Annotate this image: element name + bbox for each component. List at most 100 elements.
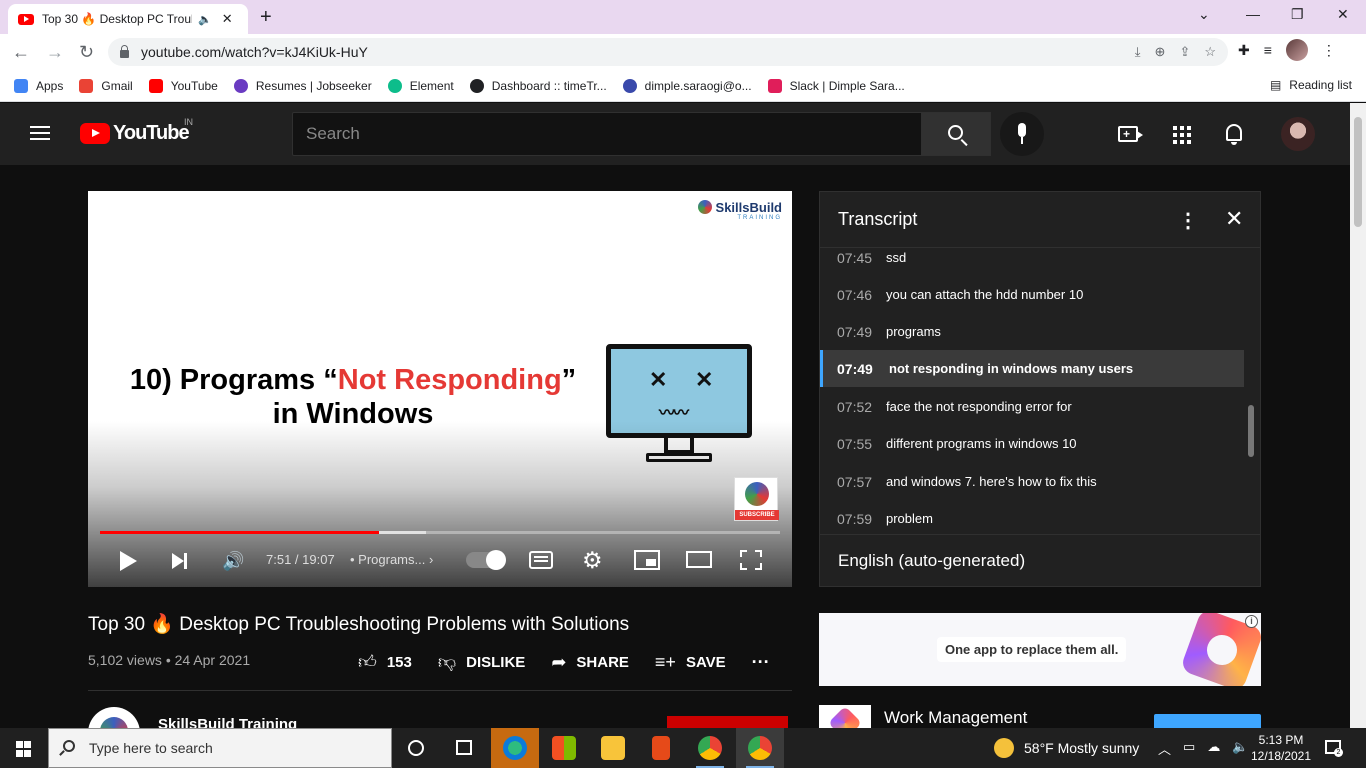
play-icon[interactable] (120, 551, 137, 571)
search-input[interactable]: Search (292, 112, 922, 156)
bookmark-dashboard[interactable]: Dashboard :: timeTr... (469, 78, 607, 93)
bookmark-star-icon[interactable]: ☆ (1204, 44, 1216, 60)
volume-icon[interactable]: 🔊 (222, 551, 244, 572)
reading-list-button[interactable]: ▤ Reading list (1270, 78, 1352, 92)
reload-icon[interactable]: ↻ (79, 42, 94, 63)
ad-info-icon[interactable]: i (1245, 615, 1258, 628)
tab-search-icon[interactable]: ⌄ (1198, 6, 1210, 23)
bookmark-resumes[interactable]: Resumes | Jobseeker (233, 78, 372, 93)
lock-icon[interactable] (120, 45, 129, 58)
youtube-logo[interactable]: YouTube IN (80, 117, 193, 145)
weather-widget[interactable]: 58°F Mostly sunny (994, 738, 1139, 758)
youtube-apps-grid-icon[interactable] (1173, 126, 1191, 144)
video-player[interactable]: SkillsBuild TRAINING 10) Programs “Not R… (88, 191, 792, 587)
close-transcript-icon[interactable]: ✕ (1225, 206, 1243, 232)
taskbar-chrome-app[interactable] (686, 728, 734, 768)
close-tab-icon[interactable]: ✕ (222, 11, 233, 27)
element-icon (387, 78, 402, 93)
task-view-icon[interactable] (456, 740, 472, 755)
autoplay-toggle[interactable] (466, 550, 506, 570)
media-control-icon[interactable]: ≡ (1264, 42, 1272, 61)
taskbar-office-app[interactable] (637, 728, 685, 768)
share-button[interactable]: ➦ SHARE (551, 652, 629, 673)
battery-icon[interactable]: ▭ (1183, 739, 1195, 758)
share-page-icon[interactable]: ⇪ (1179, 44, 1190, 60)
bookmark-email[interactable]: dimple.saraogi@o... (622, 78, 752, 93)
taskbar-search-input[interactable]: Type here to search (48, 728, 392, 768)
dislike-button[interactable]: 👎︎ DISLIKE (438, 651, 525, 673)
transcript-segment[interactable]: 07:46 you can attach the hdd number 10 (820, 276, 1244, 313)
cortana-icon[interactable] (408, 740, 424, 756)
ad-banner[interactable]: One app to replace them all. i (819, 613, 1261, 686)
minimize-button[interactable]: — (1246, 6, 1260, 22)
related-thumbnail[interactable] (819, 705, 871, 728)
bookmark-slack[interactable]: Slack | Dimple Sara... (767, 78, 905, 93)
fullscreen-icon[interactable] (740, 550, 762, 570)
show-hidden-icons-chevron-icon[interactable]: ︿ (1158, 739, 1171, 758)
notifications-bell-icon[interactable] (1226, 124, 1242, 145)
scrollbar-thumb[interactable] (1354, 117, 1362, 227)
subscribe-watermark-button[interactable]: SUBSCRIBE (734, 477, 779, 521)
transcript-segment[interactable]: 07:55 different programs in windows 10 (820, 425, 1244, 462)
bookmark-element[interactable]: Element (387, 78, 454, 93)
bookmark-apps[interactable]: Apps (14, 78, 63, 93)
taskbar-chrome-active-app[interactable] (736, 728, 784, 768)
address-bar[interactable]: youtube.com/watch?v=kJ4KiUk-HuY ⤓ ⊕ ⇪ ☆ (108, 38, 1228, 66)
speaker-icon[interactable]: 🔈 (1232, 739, 1248, 758)
captions-icon[interactable] (529, 551, 553, 569)
transcript-language-selector[interactable]: English (auto-generated) (820, 534, 1260, 586)
taskbar-edge-app[interactable] (491, 728, 539, 768)
video-title: Top 30 🔥 Desktop PC Troubleshooting Prob… (88, 614, 630, 635)
zoom-icon[interactable]: ⊕ (1155, 44, 1166, 60)
more-actions-icon[interactable]: ··· (752, 652, 770, 673)
chapter-title[interactable]: • Programs... › (350, 552, 433, 567)
next-video-icon[interactable] (172, 553, 187, 569)
windows-start-icon[interactable] (16, 741, 32, 757)
hamburger-menu-icon[interactable] (30, 126, 50, 140)
transcript-more-icon[interactable]: ⋮ (1178, 208, 1198, 233)
windows-taskbar: Type here to search 58°F Mostly sunny ︿ … (0, 728, 1366, 768)
related-cta-button[interactable] (1154, 714, 1261, 728)
like-button[interactable]: 👍︎ 153 (358, 651, 412, 673)
transcript-segment[interactable]: 07:45 ssd (820, 248, 1244, 276)
browser-tab-strip: Top 30 🔥 Desktop PC Troubl 🔈 ✕ + ⌄ — ❐ ✕ (0, 0, 1366, 34)
bookmarks-bar: Apps Gmail YouTube Resumes | Jobseeker E… (0, 70, 1366, 102)
transcript-segment[interactable]: 07:52 face the not responding error for (820, 388, 1244, 425)
back-arrow-icon[interactable]: ← (12, 42, 30, 63)
tab-title: Top 30 🔥 Desktop PC Troubl (42, 12, 192, 26)
network-cloud-icon[interactable]: ☁ (1207, 739, 1220, 758)
transcript-segment[interactable]: 07:59 problem (820, 500, 1244, 534)
transcript-segment-active[interactable]: 07:49 not responding in windows many user… (820, 350, 1244, 387)
new-tab-button[interactable]: + (260, 6, 272, 29)
related-title[interactable]: Work Management (884, 708, 1027, 728)
transcript-segment[interactable]: 07:57 and windows 7. here's how to fix th… (820, 463, 1244, 500)
save-button[interactable]: ≡+ SAVE (655, 652, 726, 673)
user-avatar[interactable] (1281, 117, 1315, 151)
system-clock[interactable]: 5:13 PM 12/18/2021 (1250, 732, 1312, 764)
search-button[interactable] (921, 112, 991, 156)
page-scrollbar[interactable] (1350, 103, 1366, 728)
video-progress-bar[interactable] (100, 531, 780, 534)
browser-tab[interactable]: Top 30 🔥 Desktop PC Troubl 🔈 ✕ (8, 4, 248, 34)
miniplayer-icon[interactable] (634, 550, 660, 570)
profile-avatar[interactable] (1285, 39, 1308, 61)
voice-search-mic-icon[interactable] (1000, 112, 1044, 156)
taskbar-explorer-app[interactable] (589, 728, 637, 768)
forward-arrow-icon[interactable]: → (46, 42, 64, 63)
create-video-icon[interactable]: + (1118, 126, 1143, 142)
transcript-list[interactable]: 07:45 ssd 07:46 you can attach the hdd num… (820, 248, 1260, 534)
restore-button[interactable]: ❐ (1291, 6, 1304, 23)
bookmark-youtube[interactable]: YouTube (148, 78, 218, 93)
bookmark-gmail[interactable]: Gmail (79, 78, 133, 93)
settings-gear-icon[interactable]: ⚙ (582, 547, 603, 574)
mail-service-icon (622, 78, 637, 93)
theater-mode-icon[interactable] (686, 551, 712, 568)
transcript-scrollbar[interactable] (1248, 405, 1254, 457)
taskbar-store-app[interactable] (540, 728, 588, 768)
extensions-puzzle-icon[interactable]: ✚ (1238, 42, 1250, 61)
close-window-button[interactable]: ✕ (1337, 6, 1349, 23)
audio-playing-icon[interactable]: 🔈 (198, 13, 212, 26)
transcript-segment[interactable]: 07:49 programs (820, 313, 1244, 350)
browser-menu-icon[interactable]: ⋮ (1322, 42, 1336, 61)
install-app-icon[interactable]: ⤓ (1135, 44, 1141, 60)
